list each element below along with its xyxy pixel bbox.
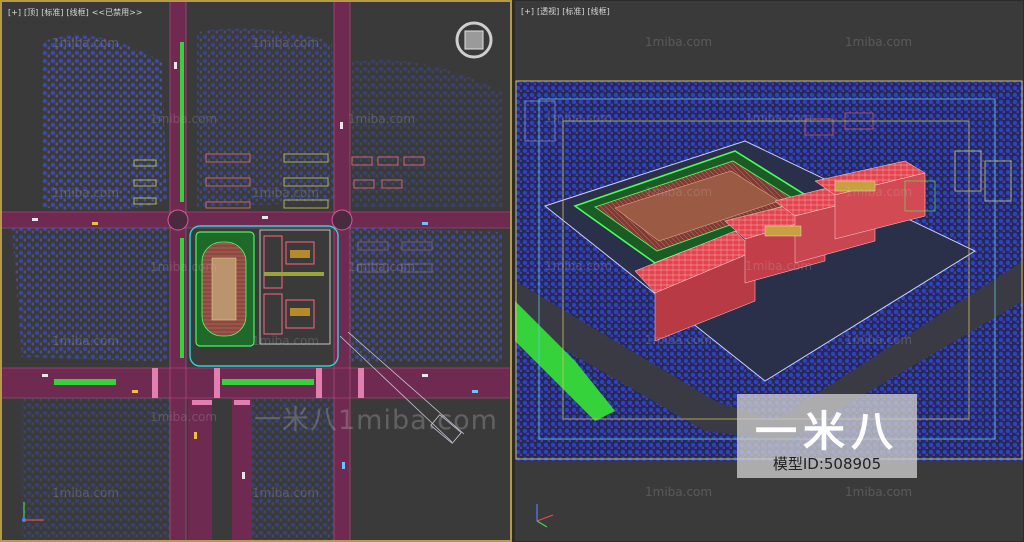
viewport-menu-shading-preset[interactable]: [标准] <box>41 8 63 17</box>
watermark-text: 1miba.com <box>545 259 613 273</box>
viewport-menu-plus[interactable]: [+] <box>521 7 534 16</box>
watermark-large: 一米八1miba.com <box>254 405 498 436</box>
viewport-menu-shading-preset[interactable]: [标准] <box>562 7 584 16</box>
watermark-text: 1miba.com <box>150 410 218 424</box>
axis-gizmo-icon <box>536 504 554 528</box>
watermark-text: 1miba.com <box>150 112 218 126</box>
viewport-label-perspective[interactable]: [+] [透视] [标准] [线框] <box>521 6 613 17</box>
watermark-text: 1miba.com <box>150 260 218 274</box>
watermark-text: 1miba.com <box>845 185 913 199</box>
watermark-text: 1miba.com <box>252 486 320 500</box>
viewport-menu-shading[interactable]: [线框] <box>66 8 88 17</box>
viewport-menu-plus[interactable]: [+] <box>8 8 21 17</box>
watermark-text: 1miba.com <box>745 111 813 125</box>
viewport-label-top[interactable]: [+] [顶] [标准] [线框] <<已禁用>> <box>8 7 146 18</box>
viewport-menu-disabled[interactable]: <<已禁用>> <box>92 8 143 17</box>
brand-watermark-box: 一米八 模型ID:508905 <box>737 394 917 478</box>
top-view-wireframe[interactable] <box>2 2 510 540</box>
watermark-text: 1miba.com <box>845 485 913 499</box>
watermark-text: 1miba.com <box>252 334 320 348</box>
roundabout <box>331 209 353 231</box>
watermark-text: 1miba.com <box>645 35 713 49</box>
watermark-text: 1miba.com <box>645 333 713 347</box>
watermark-text: 1miba.com <box>52 486 120 500</box>
tree-masses <box>12 28 502 540</box>
viewcube-icon[interactable] <box>454 20 494 60</box>
viewport-menu-view[interactable]: [顶] <box>24 8 38 17</box>
brand-logo: 一米八 <box>754 407 899 456</box>
watermark-text: 1miba.com <box>348 260 416 274</box>
watermark-text: 1miba.com <box>348 112 416 126</box>
model-id-label: 模型ID:508905 <box>772 455 882 473</box>
watermark-text: 1miba.com <box>52 36 120 50</box>
watermark-text: 1miba.com <box>52 186 120 200</box>
watermark-text: 1miba.com <box>252 186 320 200</box>
watermark-text: 1miba.com <box>845 35 913 49</box>
viewport-menu-shading[interactable]: [线框] <box>587 7 609 16</box>
roundabout <box>167 209 189 231</box>
watermark-text: 1miba.com <box>645 185 713 199</box>
viewport-top[interactable]: [+] [顶] [标准] [线框] <<已禁用>> 1miba.com 1miba.co… <box>0 0 512 542</box>
watermark-text: 1miba.com <box>252 36 320 50</box>
viewport-menu-view[interactable]: [透视] <box>537 7 559 16</box>
watermark-text: 1miba.com <box>645 485 713 499</box>
watermark-text: 1miba.com <box>545 111 613 125</box>
watermark-text: 1miba.com <box>745 259 813 273</box>
watermark-text: 1miba.com <box>845 333 913 347</box>
watermark-text: 1miba.com <box>52 334 120 348</box>
